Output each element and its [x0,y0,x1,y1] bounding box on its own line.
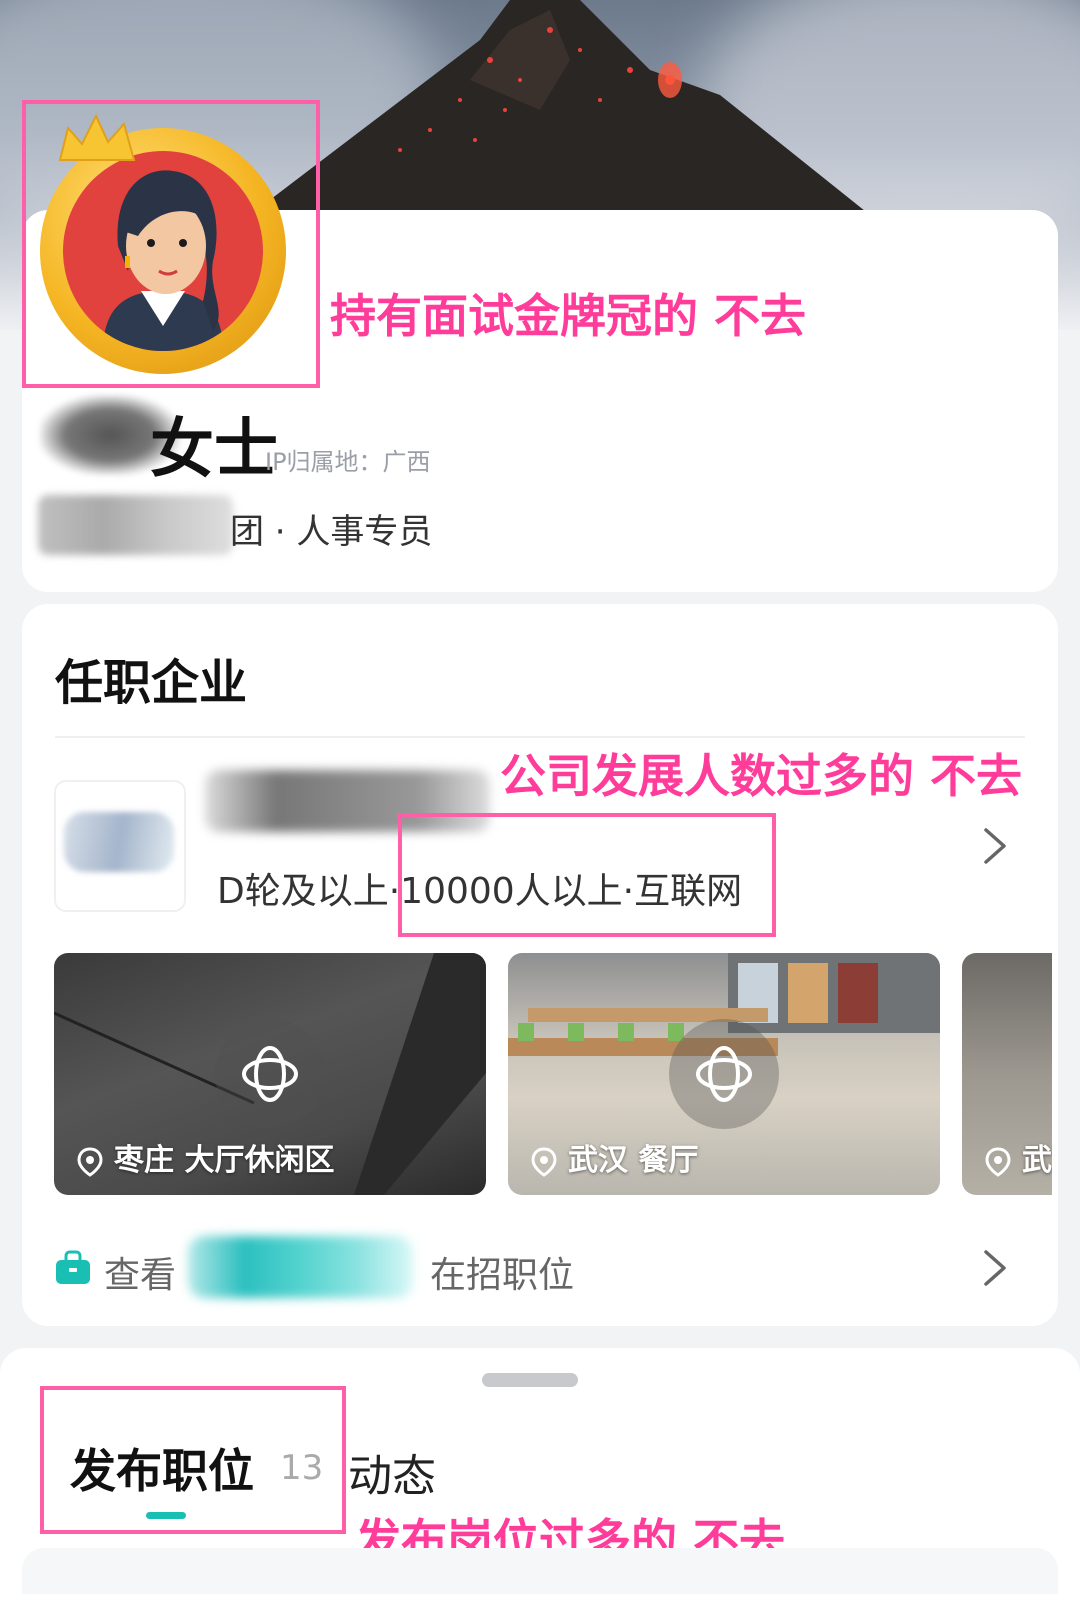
chevron-right-icon[interactable] [982,1248,1008,1288]
view-positions-prefix[interactable]: 查看 [104,1246,176,1298]
office-photo-3[interactable]: 武 [962,953,1052,1195]
divider [55,736,1025,738]
photo-label-1: 枣庄 大厅休闲区 [76,1135,334,1179]
drag-handle[interactable] [482,1373,578,1387]
office-photo-1[interactable]: 枣庄 大厅休闲区 [54,953,486,1195]
location-pin-icon [985,1146,1011,1177]
tab-activity[interactable]: 动态 [348,1440,436,1504]
company-name-redaction-3 [188,1236,413,1298]
office-photo-2[interactable]: 武汉 餐厅 [508,953,940,1195]
view-positions-suffix[interactable]: 在招职位 [430,1246,574,1298]
annotation-crown: 持有面试金牌冠的 不去 [330,289,807,343]
vr-360-icon [215,1019,325,1129]
company-name-redaction [38,495,233,555]
user-name: 女士 [150,413,278,487]
vr-360-icon [669,1019,779,1129]
highlight-box-tabs [40,1386,346,1534]
company-logo[interactable] [54,780,186,912]
volcano-image [250,0,870,215]
content-strip [22,1548,1058,1594]
annotation-company: 公司发展人数过多的 不去 [500,749,1023,803]
briefcase-icon [56,1250,90,1284]
job-title: 团 · 人事专员 [230,512,433,552]
section-title: 任职企业 [55,655,248,711]
photo-label-3: 武 [984,1135,1052,1179]
ip-location: IP归属地：广西 [265,448,431,476]
photo-label-2: 武汉 餐厅 [530,1135,698,1179]
location-pin-icon [531,1146,557,1177]
chevron-right-icon[interactable] [982,826,1008,866]
highlight-box-company-meta [398,813,776,937]
location-pin-icon [77,1146,103,1177]
highlight-box-avatar [22,100,320,388]
